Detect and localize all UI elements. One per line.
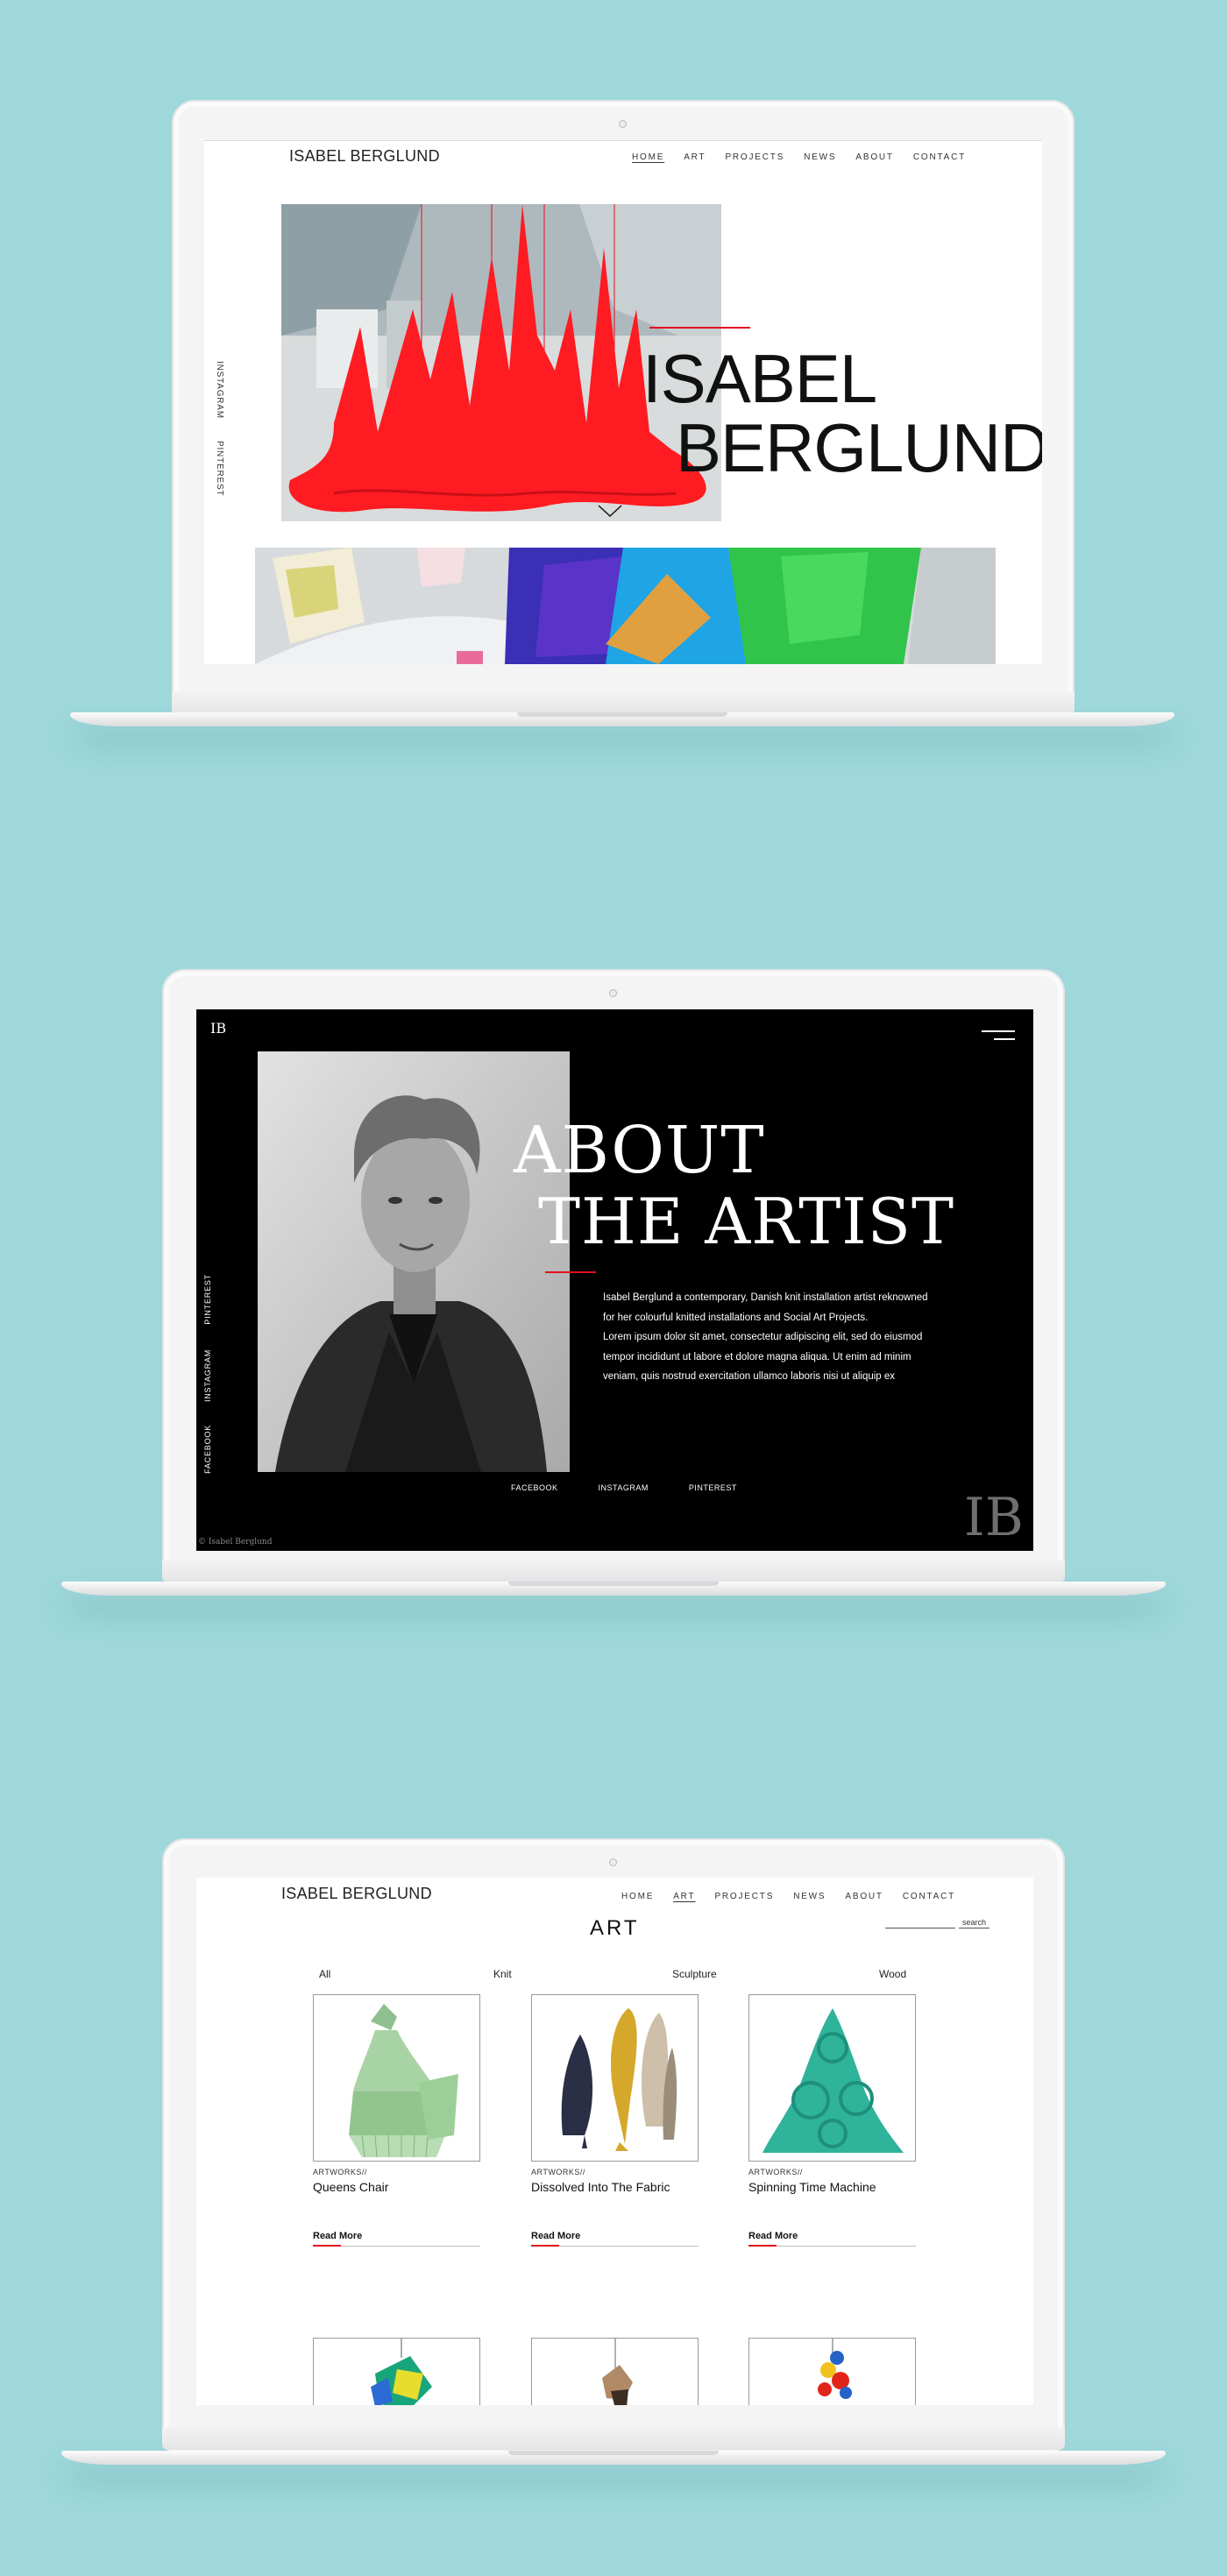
hero-title-line2: BERGLUND (676, 409, 1042, 486)
brand-name[interactable]: ISABEL BERGLUND (281, 1885, 432, 1903)
camera-dot (619, 120, 627, 128)
side-link-pinterest[interactable]: PINTEREST (215, 441, 224, 496)
hamburger-menu-icon[interactable] (982, 1030, 1015, 1041)
artwork-thumbnail[interactable] (313, 2338, 480, 2405)
home-screen: ISABEL BERGLUND HOME ART PROJECTS NEWS A… (204, 140, 1042, 664)
about-line-5: veniam, quis nostrud exercitation ullamc… (603, 1371, 896, 1382)
nav-projects[interactable]: PROJECTS (714, 1892, 774, 1901)
side-link-instagram[interactable]: INSTAGRAM (215, 361, 224, 419)
card-divider (531, 2245, 699, 2247)
card-kicker: ARTWORKS// (748, 2168, 803, 2176)
about-line-3: Lorem ipsum dolor sit amet, consectetur … (603, 1332, 923, 1342)
filter-wood[interactable]: Wood (879, 1968, 906, 1980)
artwork-thumbnail[interactable] (748, 1994, 916, 2162)
nav-contact[interactable]: CONTACT (903, 1892, 955, 1901)
card-title[interactable]: Dissolved Into The Fabric (531, 2180, 670, 2194)
laptop-notch (508, 1582, 719, 1586)
read-more-link[interactable]: Read More (313, 2231, 362, 2241)
search-button[interactable]: search (959, 1918, 990, 1928)
nav-about[interactable]: ABOUT (855, 152, 893, 162)
about-line-2: for her colourful knitted installations … (603, 1312, 869, 1323)
about-accent-line (545, 1271, 596, 1273)
about-paragraph: Isabel Berglund a contemporary, Danish k… (603, 1288, 928, 1387)
laptop-notch (508, 2451, 719, 2455)
watermark-ib: IB (964, 1487, 1024, 1548)
main-nav: HOME ART PROJECTS NEWS ABOUT CONTACT (621, 1892, 955, 1901)
nav-art[interactable]: ART (673, 1892, 695, 1901)
nav-news[interactable]: NEWS (804, 152, 836, 162)
filter-sculpture[interactable]: Sculpture (672, 1968, 717, 1980)
copyright-text: © Isabel Berglund (198, 1538, 273, 1546)
featured-strip-image (255, 548, 996, 664)
read-more-link[interactable]: Read More (531, 2231, 580, 2241)
nav-home[interactable]: HOME (632, 152, 664, 162)
artwork-thumbnail[interactable] (313, 1994, 480, 2162)
about-screen: IB ABOUT THE ARTIST Isabel Berglund a co… (196, 1009, 1033, 1551)
top-divider (204, 140, 1042, 141)
card-kicker: ARTWORKS// (531, 2168, 585, 2176)
side-link-instagram[interactable]: INSTAGRAM (203, 1349, 212, 1402)
hero-accent-line (649, 327, 750, 329)
chevron-down-icon[interactable] (597, 503, 623, 519)
about-line-1: Isabel Berglund a contemporary, Danish k… (603, 1292, 928, 1303)
side-link-pinterest[interactable]: PINTEREST (203, 1274, 212, 1325)
logo-ib[interactable]: IB (210, 1020, 226, 1037)
nav-news[interactable]: NEWS (793, 1892, 826, 1901)
art-screen: ISABEL BERGLUND HOME ART PROJECTS NEWS A… (196, 1878, 1033, 2405)
laptop-chin (162, 1560, 1065, 1582)
read-more-link[interactable]: Read More (748, 2231, 798, 2241)
about-social-links: FACEBOOK INSTAGRAM PINTEREST (511, 1483, 737, 1492)
hero-title-line1: ISABEL (642, 340, 877, 417)
main-nav: HOME ART PROJECTS NEWS ABOUT CONTACT (632, 152, 966, 162)
nav-art[interactable]: ART (684, 152, 706, 162)
brand-name[interactable]: ISABEL BERGLUND (289, 147, 440, 166)
card-title[interactable]: Queens Chair (313, 2180, 388, 2194)
card-title[interactable]: Spinning Time Machine (748, 2180, 876, 2194)
about-title-line1: ABOUT (514, 1113, 765, 1188)
nav-projects[interactable]: PROJECTS (725, 152, 784, 162)
social-link-instagram[interactable]: INSTAGRAM (599, 1483, 649, 1492)
about-line-4: tempor incididunt ut labore et dolore ma… (603, 1351, 911, 1362)
social-link-facebook[interactable]: FACEBOOK (511, 1483, 558, 1492)
card-divider (748, 2245, 916, 2247)
laptop-notch (517, 712, 727, 717)
card-kicker: ARTWORKS// (313, 2168, 367, 2176)
camera-dot (609, 1858, 617, 1866)
card-divider (313, 2245, 480, 2247)
social-link-pinterest[interactable]: PINTEREST (689, 1483, 737, 1492)
nav-home[interactable]: HOME (621, 1892, 654, 1901)
artwork-thumbnail[interactable] (748, 2338, 916, 2405)
artwork-thumbnail[interactable] (531, 1994, 699, 2162)
camera-dot (609, 989, 617, 997)
about-title-line2: THE ARTIST (538, 1185, 955, 1258)
nav-contact[interactable]: CONTACT (913, 152, 966, 162)
filter-knit[interactable]: Knit (493, 1968, 512, 1980)
nav-about[interactable]: ABOUT (845, 1892, 883, 1901)
artwork-thumbnail[interactable] (531, 2338, 699, 2405)
side-link-facebook[interactable]: FACEBOOK (203, 1425, 212, 1474)
page-heading: ART (590, 1916, 640, 1940)
laptop-chin (162, 2427, 1065, 2450)
filter-all[interactable]: All (319, 1968, 330, 1980)
